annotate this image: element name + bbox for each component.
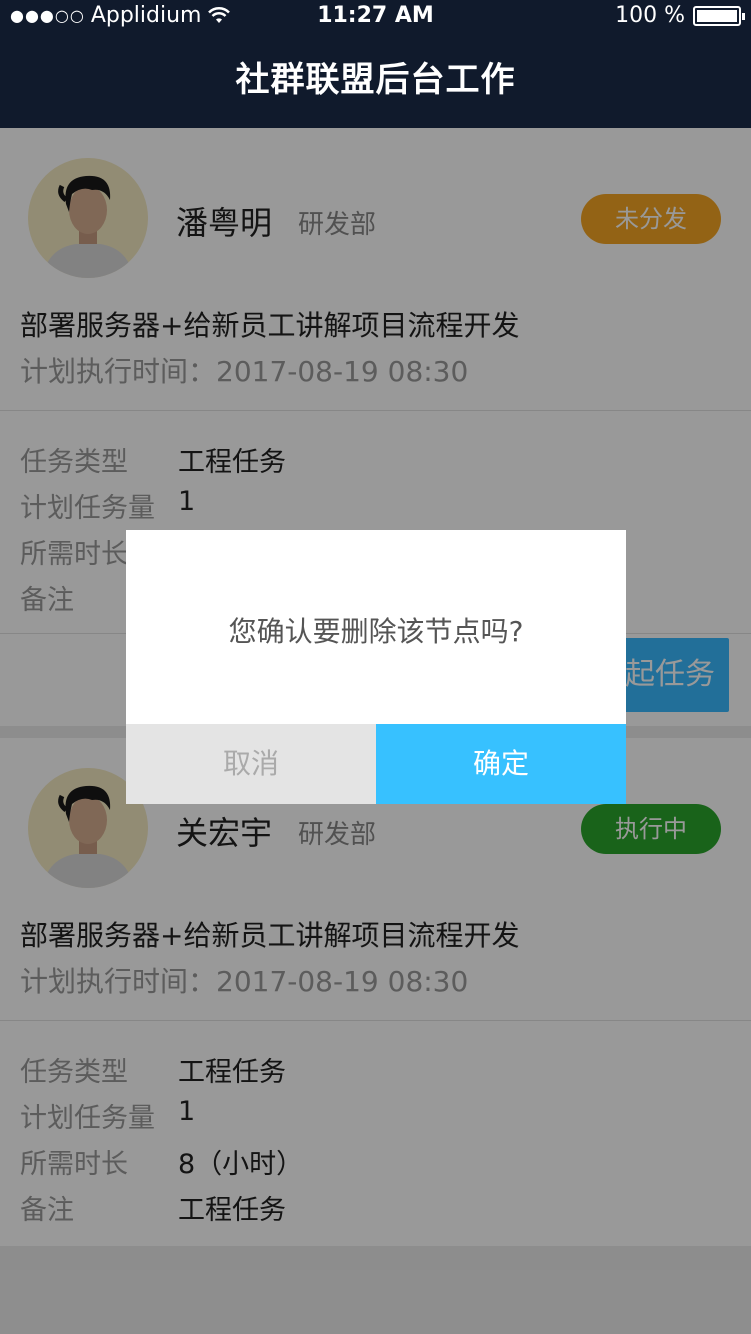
cancel-button[interactable]: 取消 xyxy=(126,724,376,804)
battery-icon xyxy=(693,5,745,26)
confirm-dialog: 您确认要删除该节点吗? 取消 确定 xyxy=(126,530,626,804)
nav-title: 社群联盟后台工作 xyxy=(0,32,751,128)
confirm-button[interactable]: 确定 xyxy=(376,724,626,804)
battery-label: 100 % xyxy=(615,3,685,28)
dialog-message: 您确认要删除该节点吗? xyxy=(228,615,524,648)
status-right: 100 % xyxy=(615,3,745,28)
status-bar: ●●●○○ Applidium 11:27 AM 100 % xyxy=(0,0,751,32)
